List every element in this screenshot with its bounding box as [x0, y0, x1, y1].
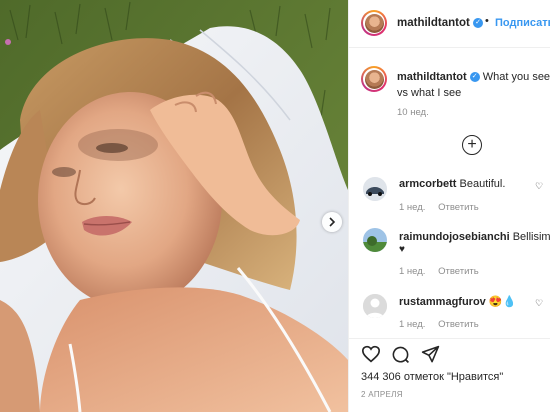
heart-icon[interactable]: [361, 345, 381, 368]
post-date[interactable]: 2 апреля: [361, 390, 403, 399]
comment-username[interactable]: rustammagfurov: [399, 296, 486, 308]
comment-username[interactable]: raimundojosebianchi: [399, 231, 510, 243]
caption-username[interactable]: mathildtantot: [397, 71, 467, 83]
landscape-avatar-image: [363, 228, 387, 252]
comment-text-continued: ♥: [399, 244, 405, 255]
comment-avatar[interactable]: [363, 294, 387, 318]
comment-like-heart-icon[interactable]: ♡: [535, 181, 543, 192]
likes-count[interactable]: 344 306 отметок "Нравится": [361, 371, 503, 383]
caption-verified-icon: ✓: [469, 72, 480, 83]
comment-avatar[interactable]: [363, 177, 387, 201]
car-avatar-image: [363, 177, 387, 201]
comment-like-heart-icon[interactable]: ♡: [535, 298, 543, 309]
post-photo-image: [0, 0, 348, 412]
comment-username[interactable]: armcorbett: [399, 178, 456, 190]
default-avatar-icon: [363, 294, 387, 318]
post-actions: 344 306 отметок "Нравится" 2 апреля: [349, 338, 550, 412]
reply-button[interactable]: Ответить: [438, 266, 479, 277]
caption-avatar[interactable]: [361, 66, 387, 92]
comment-time[interactable]: 1 нед.: [399, 202, 425, 213]
comment-icon[interactable]: [391, 345, 410, 369]
reply-button[interactable]: Ответить: [438, 319, 479, 330]
next-image-button[interactable]: [322, 212, 342, 232]
comment-text: 😍💧: [488, 296, 517, 308]
caption-timestamp[interactable]: 10 нед.: [397, 107, 429, 118]
author-username[interactable]: mathildtantot: [397, 17, 470, 29]
caption-text: mathildtantot ✓ What you see vs what I s…: [397, 69, 550, 101]
comment-time[interactable]: 1 нед.: [399, 319, 425, 330]
reply-button[interactable]: Ответить: [438, 202, 479, 213]
chevron-right-icon: [329, 217, 336, 227]
share-icon[interactable]: [421, 345, 440, 369]
follow-button[interactable]: Подписаться: [495, 17, 550, 29]
post-side-panel: mathildtantot ✓ • Подписаться mathildtan…: [348, 0, 550, 412]
comment-avatar[interactable]: [363, 228, 387, 252]
comment-time[interactable]: 1 нед.: [399, 266, 425, 277]
load-more-comments-button[interactable]: +: [462, 135, 482, 155]
author-avatar[interactable]: [361, 10, 387, 36]
verified-badge-icon: ✓: [473, 18, 483, 28]
post-photo[interactable]: [0, 0, 348, 412]
post-header: mathildtantot ✓ • Подписаться: [349, 0, 550, 48]
comment-text: Beautiful.: [459, 178, 506, 190]
comment-text: Bellisima😍: [512, 231, 550, 243]
header-separator: •: [485, 15, 489, 27]
instagram-post-modal: mathildtantot ✓ • Подписаться mathildtan…: [0, 0, 550, 412]
